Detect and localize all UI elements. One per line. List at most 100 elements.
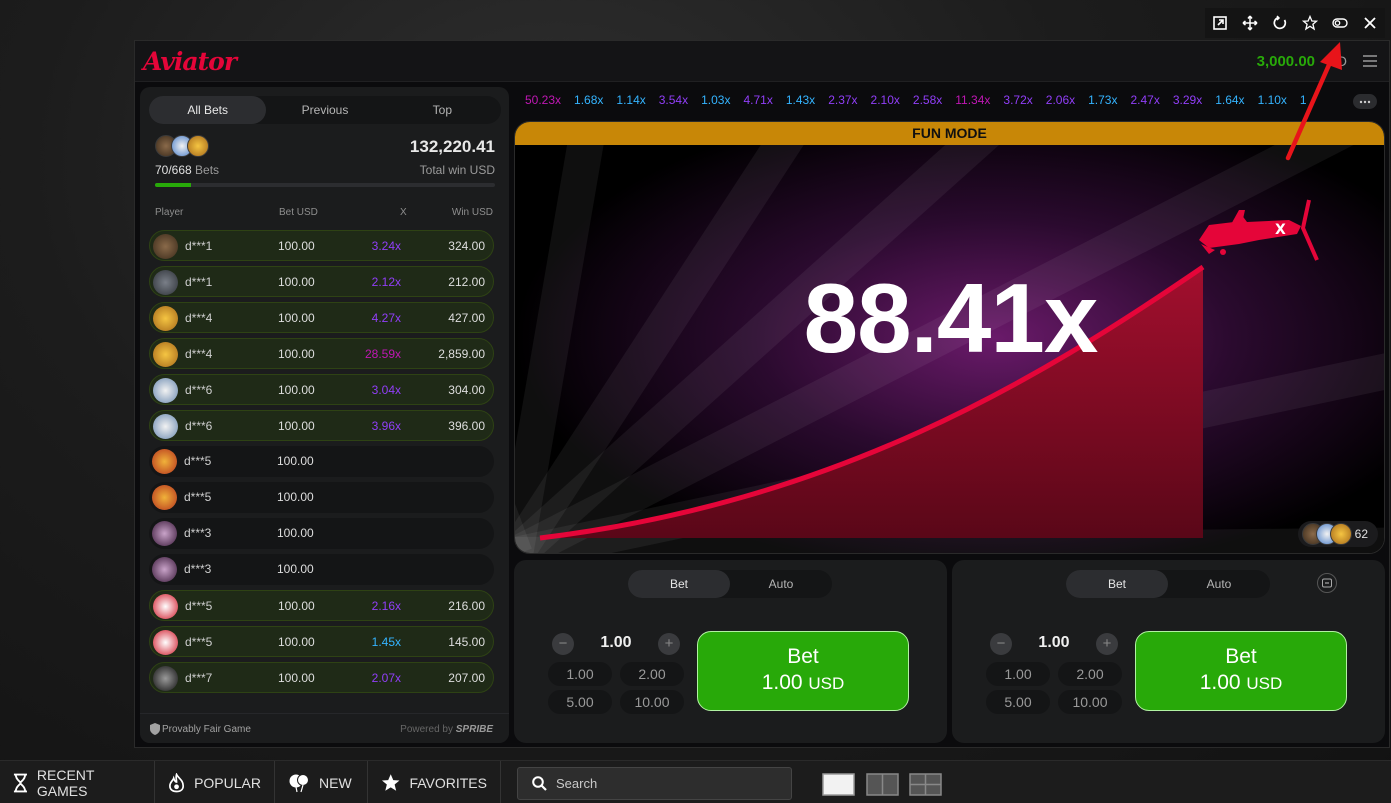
favorites-button[interactable]: FAVORITES: [368, 761, 501, 803]
win-amount: 396.00: [448, 419, 485, 433]
balance: 3,000.00: [1256, 53, 1315, 70]
player-name: d***1: [185, 239, 213, 253]
star-icon: [381, 773, 400, 791]
history-multiplier[interactable]: 1.68x: [574, 93, 603, 107]
cashout-multiplier: 28.59x: [364, 347, 401, 361]
move-icon[interactable]: [1235, 8, 1265, 38]
history-multiplier[interactable]: 1.10x: [1258, 93, 1287, 107]
favorite-icon[interactable]: [1295, 8, 1325, 38]
new-button[interactable]: NEW: [275, 761, 368, 803]
player-name: d***3: [184, 562, 212, 576]
search-input[interactable]: [556, 768, 786, 799]
bet-button[interactable]: Bet 1.00 USD: [697, 631, 909, 711]
tab-auto[interactable]: Auto: [730, 570, 832, 598]
increase-button[interactable]: +: [1096, 633, 1118, 655]
remove-panel-button[interactable]: [1317, 573, 1337, 593]
cashout-multiplier: 2.12x: [371, 275, 401, 289]
quad-view-icon: [909, 773, 942, 796]
quick-amount-button[interactable]: 5.00: [986, 690, 1050, 714]
bets-tabs: All Bets Previous Top: [149, 96, 501, 124]
quick-amount-button[interactable]: 1.00: [548, 662, 612, 686]
recent-games-label: RECENT GAMES: [36, 766, 95, 799]
table-header: Player Bet USD X Win USD: [149, 207, 501, 221]
avatar: [152, 449, 177, 474]
history-multiplier[interactable]: 1: [1300, 93, 1307, 107]
history-multiplier[interactable]: 3.72x: [1003, 93, 1032, 107]
new-label: NEW: [319, 774, 352, 791]
hourglass-icon: [13, 773, 27, 792]
quick-amount-button[interactable]: 2.00: [620, 662, 684, 686]
currency-label: D: [1336, 53, 1347, 69]
table-row: d***5 100.00 2.16x 216.00: [149, 590, 494, 621]
tab-all-bets[interactable]: All Bets: [149, 96, 267, 124]
popular-button[interactable]: POPULAR: [155, 761, 275, 803]
history-multiplier[interactable]: 3.54x: [659, 93, 688, 107]
win-amount: 212.00: [448, 275, 485, 289]
win-amount: 207.00: [448, 671, 485, 685]
avatar: [152, 557, 177, 582]
bet-button-amount: 1.00 USD: [1199, 671, 1283, 694]
player-name: d***4: [185, 347, 213, 361]
layout-double-button[interactable]: [866, 773, 899, 796]
history-multiplier[interactable]: 2.37x: [828, 93, 857, 107]
recent-games-button[interactable]: RECENT GAMES: [0, 761, 155, 803]
history-multiplier[interactable]: 2.47x: [1130, 93, 1159, 107]
history-multiplier[interactable]: 3.29x: [1173, 93, 1202, 107]
history-multiplier[interactable]: 2.10x: [871, 93, 900, 107]
bets-panel: All Bets Previous Top 70/668 Bets 132,22…: [140, 87, 509, 743]
player-name: d***5: [185, 599, 213, 613]
popout-icon[interactable]: [1205, 8, 1235, 38]
history-multiplier[interactable]: 1.64x: [1215, 93, 1244, 107]
player-name: d***5: [184, 454, 212, 468]
layout-single-button[interactable]: [822, 773, 855, 796]
history-multiplier[interactable]: 2.06x: [1046, 93, 1075, 107]
quick-amount-button[interactable]: 10.00: [620, 690, 684, 714]
increase-button[interactable]: +: [658, 633, 680, 655]
player-name: d***7: [185, 671, 213, 685]
cashout-multiplier: 4.27x: [371, 311, 401, 325]
history-multiplier[interactable]: 11.34x: [955, 93, 990, 107]
tab-bet[interactable]: Bet: [628, 570, 730, 598]
bet-amount: 100.00: [277, 454, 314, 468]
amount-controls: − 1.00 +: [986, 630, 1122, 658]
history-multiplier[interactable]: 1.43x: [786, 93, 815, 107]
powered-by: Powered by SPRIBE: [400, 724, 493, 735]
table-row: d***4 100.00 28.59x 2,859.00: [149, 338, 494, 369]
game-frame: Aviator 3,000.00 D All Bets Previous Top…: [134, 40, 1390, 748]
quick-amount-button[interactable]: 10.00: [1058, 690, 1122, 714]
history-more-button[interactable]: [1353, 94, 1377, 109]
menu-icon[interactable]: [1363, 54, 1377, 67]
history-multiplier[interactable]: 1.03x: [701, 93, 730, 107]
bet-amount: 100.00: [278, 347, 315, 361]
reload-icon[interactable]: [1265, 8, 1295, 38]
bet-amount: 100.00: [277, 562, 314, 576]
quick-amount-button[interactable]: 5.00: [548, 690, 612, 714]
total-win: 132,220.41: [409, 137, 495, 156]
history-multiplier[interactable]: 2.58x: [913, 93, 942, 107]
tab-previous[interactable]: Previous: [266, 96, 383, 124]
avatar-stack: [155, 135, 215, 159]
tab-auto[interactable]: Auto: [1168, 570, 1270, 598]
tab-bet[interactable]: Bet: [1066, 570, 1168, 598]
bet-amount: 100.00: [278, 311, 315, 325]
quick-amount-button[interactable]: 2.00: [1058, 662, 1122, 686]
close-icon[interactable]: [1355, 8, 1385, 38]
bottom-bar: RECENT GAMES POPULAR NEW FAVORITES: [0, 760, 1391, 803]
toggle-icon[interactable]: [1325, 8, 1355, 38]
bets-footer: Provably Fair Game Powered by SPRIBE: [140, 713, 509, 743]
history-multiplier[interactable]: 4.71x: [743, 93, 772, 107]
table-row: d***5 100.00: [149, 446, 494, 477]
layout-quad-button[interactable]: [909, 773, 942, 796]
provably-fair-link[interactable]: Provably Fair Game: [162, 724, 251, 735]
quick-amount-button[interactable]: 1.00: [986, 662, 1050, 686]
history-multiplier[interactable]: 1.73x: [1088, 93, 1117, 107]
tab-top[interactable]: Top: [384, 96, 501, 124]
player-name: d***4: [185, 311, 213, 325]
table-row: d***5 100.00 1.45x 145.00: [149, 626, 494, 657]
history-multiplier[interactable]: 1.14x: [616, 93, 645, 107]
bet-amount: 100.00: [278, 239, 315, 253]
player-name: d***6: [185, 419, 213, 433]
history-multiplier[interactable]: 50.23x: [525, 93, 561, 107]
bet-button[interactable]: Bet 1.00 USD: [1135, 631, 1347, 711]
win-amount: 427.00: [448, 311, 485, 325]
